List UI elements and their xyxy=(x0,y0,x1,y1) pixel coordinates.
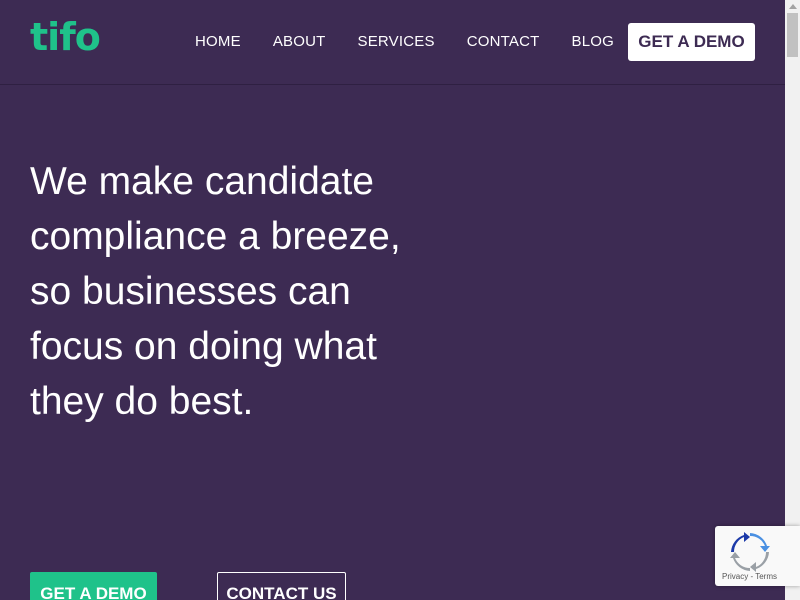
header-divider xyxy=(0,84,785,85)
hero-demo-button[interactable]: GET A DEMO xyxy=(30,572,157,600)
recaptcha-icon xyxy=(730,532,770,572)
recaptcha-links: Privacy - Terms xyxy=(722,572,777,581)
logo[interactable]: tifo xyxy=(30,18,101,56)
hero-title: We make candidate compliance a breeze, s… xyxy=(30,160,401,423)
nav-item-blog[interactable]: BLOG xyxy=(571,33,613,50)
recaptcha-terms-link[interactable]: Terms xyxy=(755,572,777,581)
scroll-up-arrow-icon[interactable] xyxy=(789,4,797,9)
recaptcha-privacy-link[interactable]: Privacy xyxy=(722,572,748,581)
header-demo-button[interactable]: GET A DEMO xyxy=(628,23,755,61)
nav-item-contact[interactable]: CONTACT xyxy=(467,33,540,50)
site-header: tifo HOME ABOUT SERVICES CONTACT BLOG GE… xyxy=(0,0,785,84)
nav-item-home[interactable]: HOME xyxy=(195,33,241,50)
page: tifo HOME ABOUT SERVICES CONTACT BLOG GE… xyxy=(0,0,785,600)
recaptcha-badge[interactable]: Privacy - Terms xyxy=(715,526,800,586)
hero-contact-button[interactable]: CONTACT US xyxy=(217,572,346,600)
main-nav: HOME ABOUT SERVICES CONTACT BLOG xyxy=(195,33,614,50)
vertical-scrollbar[interactable] xyxy=(785,0,800,600)
scrollbar-thumb[interactable] xyxy=(787,13,798,57)
nav-item-services[interactable]: SERVICES xyxy=(358,33,435,50)
nav-item-about[interactable]: ABOUT xyxy=(273,33,326,50)
